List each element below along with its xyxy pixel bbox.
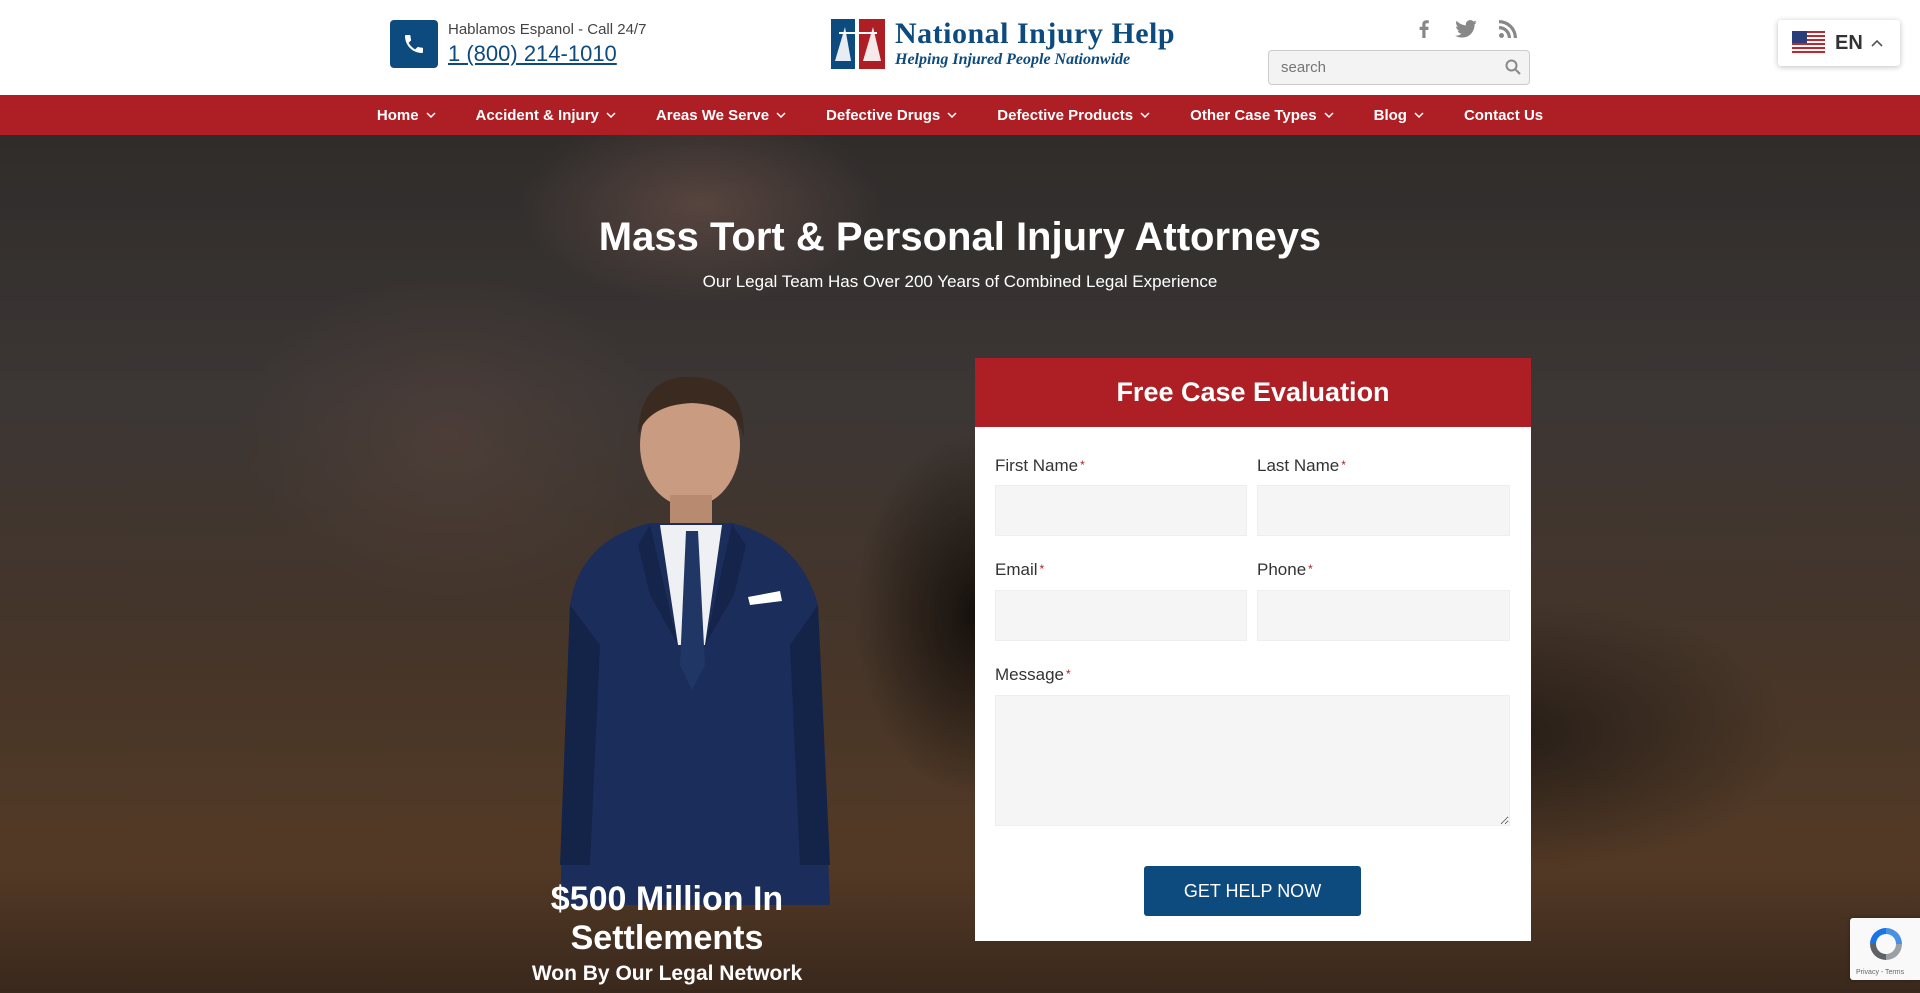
phone-number-link[interactable]: 1 (800) 214-1010 xyxy=(448,41,646,67)
nav-item-label: Areas We Serve xyxy=(655,106,770,124)
case-evaluation-form: Free Case Evaluation First Name * Last Na… xyxy=(975,358,1531,941)
nav-item-defective-drugs[interactable]: Defective Drugs xyxy=(806,95,977,135)
nav-item-contact-us[interactable]: Contact Us xyxy=(1444,95,1563,135)
settlements-title: $500 Million In Settlements xyxy=(550,880,784,957)
site-logo[interactable]: National Injury Help Helping Injured Peo… xyxy=(829,15,1191,73)
us-flag-icon xyxy=(1792,31,1825,55)
chevron-down-icon xyxy=(426,112,436,118)
nav-item-label: Accident & Injury xyxy=(475,106,599,124)
chevron-down-icon xyxy=(1324,112,1334,118)
main-nav: Home Accident & Injury Areas We Serve De… xyxy=(0,95,1920,135)
hero-subtitle: Our Legal Team Has Over 200 Years of Com… xyxy=(702,272,1218,291)
settlements-callout: $500 Million In Settlements Won By Our L… xyxy=(452,880,882,986)
spanish-callout: Hablamos Espanol - Call 24/7 xyxy=(448,21,647,38)
rss-icon[interactable] xyxy=(1496,17,1520,41)
chevron-down-icon xyxy=(606,112,616,118)
email-field[interactable] xyxy=(995,590,1247,641)
form-title: Free Case Evaluation xyxy=(975,358,1531,427)
message-label: Message * xyxy=(995,665,1071,684)
site-header: Hablamos Espanol - Call 24/7 1 (800) 214… xyxy=(0,0,1920,95)
nav-item-other-case-types[interactable]: Other Case Types xyxy=(1170,95,1353,135)
last-name-field[interactable] xyxy=(1257,485,1510,536)
nav-item-accident-injury[interactable]: Accident & Injury xyxy=(456,95,636,135)
email-label: Email * xyxy=(995,560,1045,579)
phone-icon xyxy=(405,35,423,53)
nav-item-label: Home xyxy=(376,106,419,124)
search-icon[interactable] xyxy=(1505,59,1521,80)
attorney-photo xyxy=(560,376,830,905)
first-name-field[interactable] xyxy=(995,485,1247,536)
recaptcha-icon xyxy=(1870,928,1902,960)
settlements-subtitle: Won By Our Legal Network xyxy=(531,962,803,985)
phone-label: Phone * xyxy=(1257,560,1313,579)
language-code: EN xyxy=(1835,31,1863,54)
nav-item-label: Contact Us xyxy=(1463,106,1544,124)
facebook-icon[interactable] xyxy=(1412,17,1436,41)
search-box xyxy=(1268,50,1530,85)
scales-logo-icon xyxy=(829,15,887,73)
nav-item-defective-products[interactable]: Defective Products xyxy=(977,95,1170,135)
last-name-label: Last Name * xyxy=(1257,456,1346,475)
hero-section: Mass Tort & Personal Injury Attorneys Ou… xyxy=(0,135,1920,993)
recaptcha-footer[interactable]: Privacy - Terms xyxy=(1856,969,1904,976)
nav-item-areas-we-serve[interactable]: Areas We Serve xyxy=(636,95,806,135)
nav-item-label: Defective Drugs xyxy=(826,106,941,124)
nav-item-blog[interactable]: Blog xyxy=(1354,95,1444,135)
social-links xyxy=(1412,17,1520,41)
chevron-down-icon xyxy=(1140,112,1150,118)
chevron-down-icon xyxy=(1414,112,1424,118)
phone-contact: Hablamos Espanol - Call 24/7 1 (800) 214… xyxy=(448,21,646,67)
nav-item-label: Defective Products xyxy=(997,106,1134,124)
chevron-down-icon xyxy=(776,112,786,118)
get-help-now-button[interactable]: GET HELP NOW xyxy=(1144,866,1361,916)
phone-field[interactable] xyxy=(1257,590,1510,641)
language-selector[interactable]: EN xyxy=(1778,20,1900,66)
hero-title: Mass Tort & Personal Injury Attorneys xyxy=(598,215,1322,259)
first-name-label: First Name * xyxy=(995,456,1085,475)
logo-tagline: Helping Injured People Nationwide xyxy=(895,51,1131,68)
nav-item-home[interactable]: Home xyxy=(357,95,456,135)
nav-item-label: Other Case Types xyxy=(1190,106,1317,124)
chevron-down-icon xyxy=(947,112,957,118)
nav-item-label: Blog xyxy=(1373,106,1407,124)
logo-title: National Injury Help xyxy=(895,17,1176,50)
phone-icon-button[interactable] xyxy=(390,20,438,68)
search-input[interactable] xyxy=(1269,51,1489,84)
twitter-icon[interactable] xyxy=(1454,17,1478,41)
message-field[interactable] xyxy=(995,695,1510,826)
chevron-up-icon xyxy=(1871,39,1883,47)
recaptcha-badge[interactable]: Privacy - Terms xyxy=(1850,918,1920,980)
